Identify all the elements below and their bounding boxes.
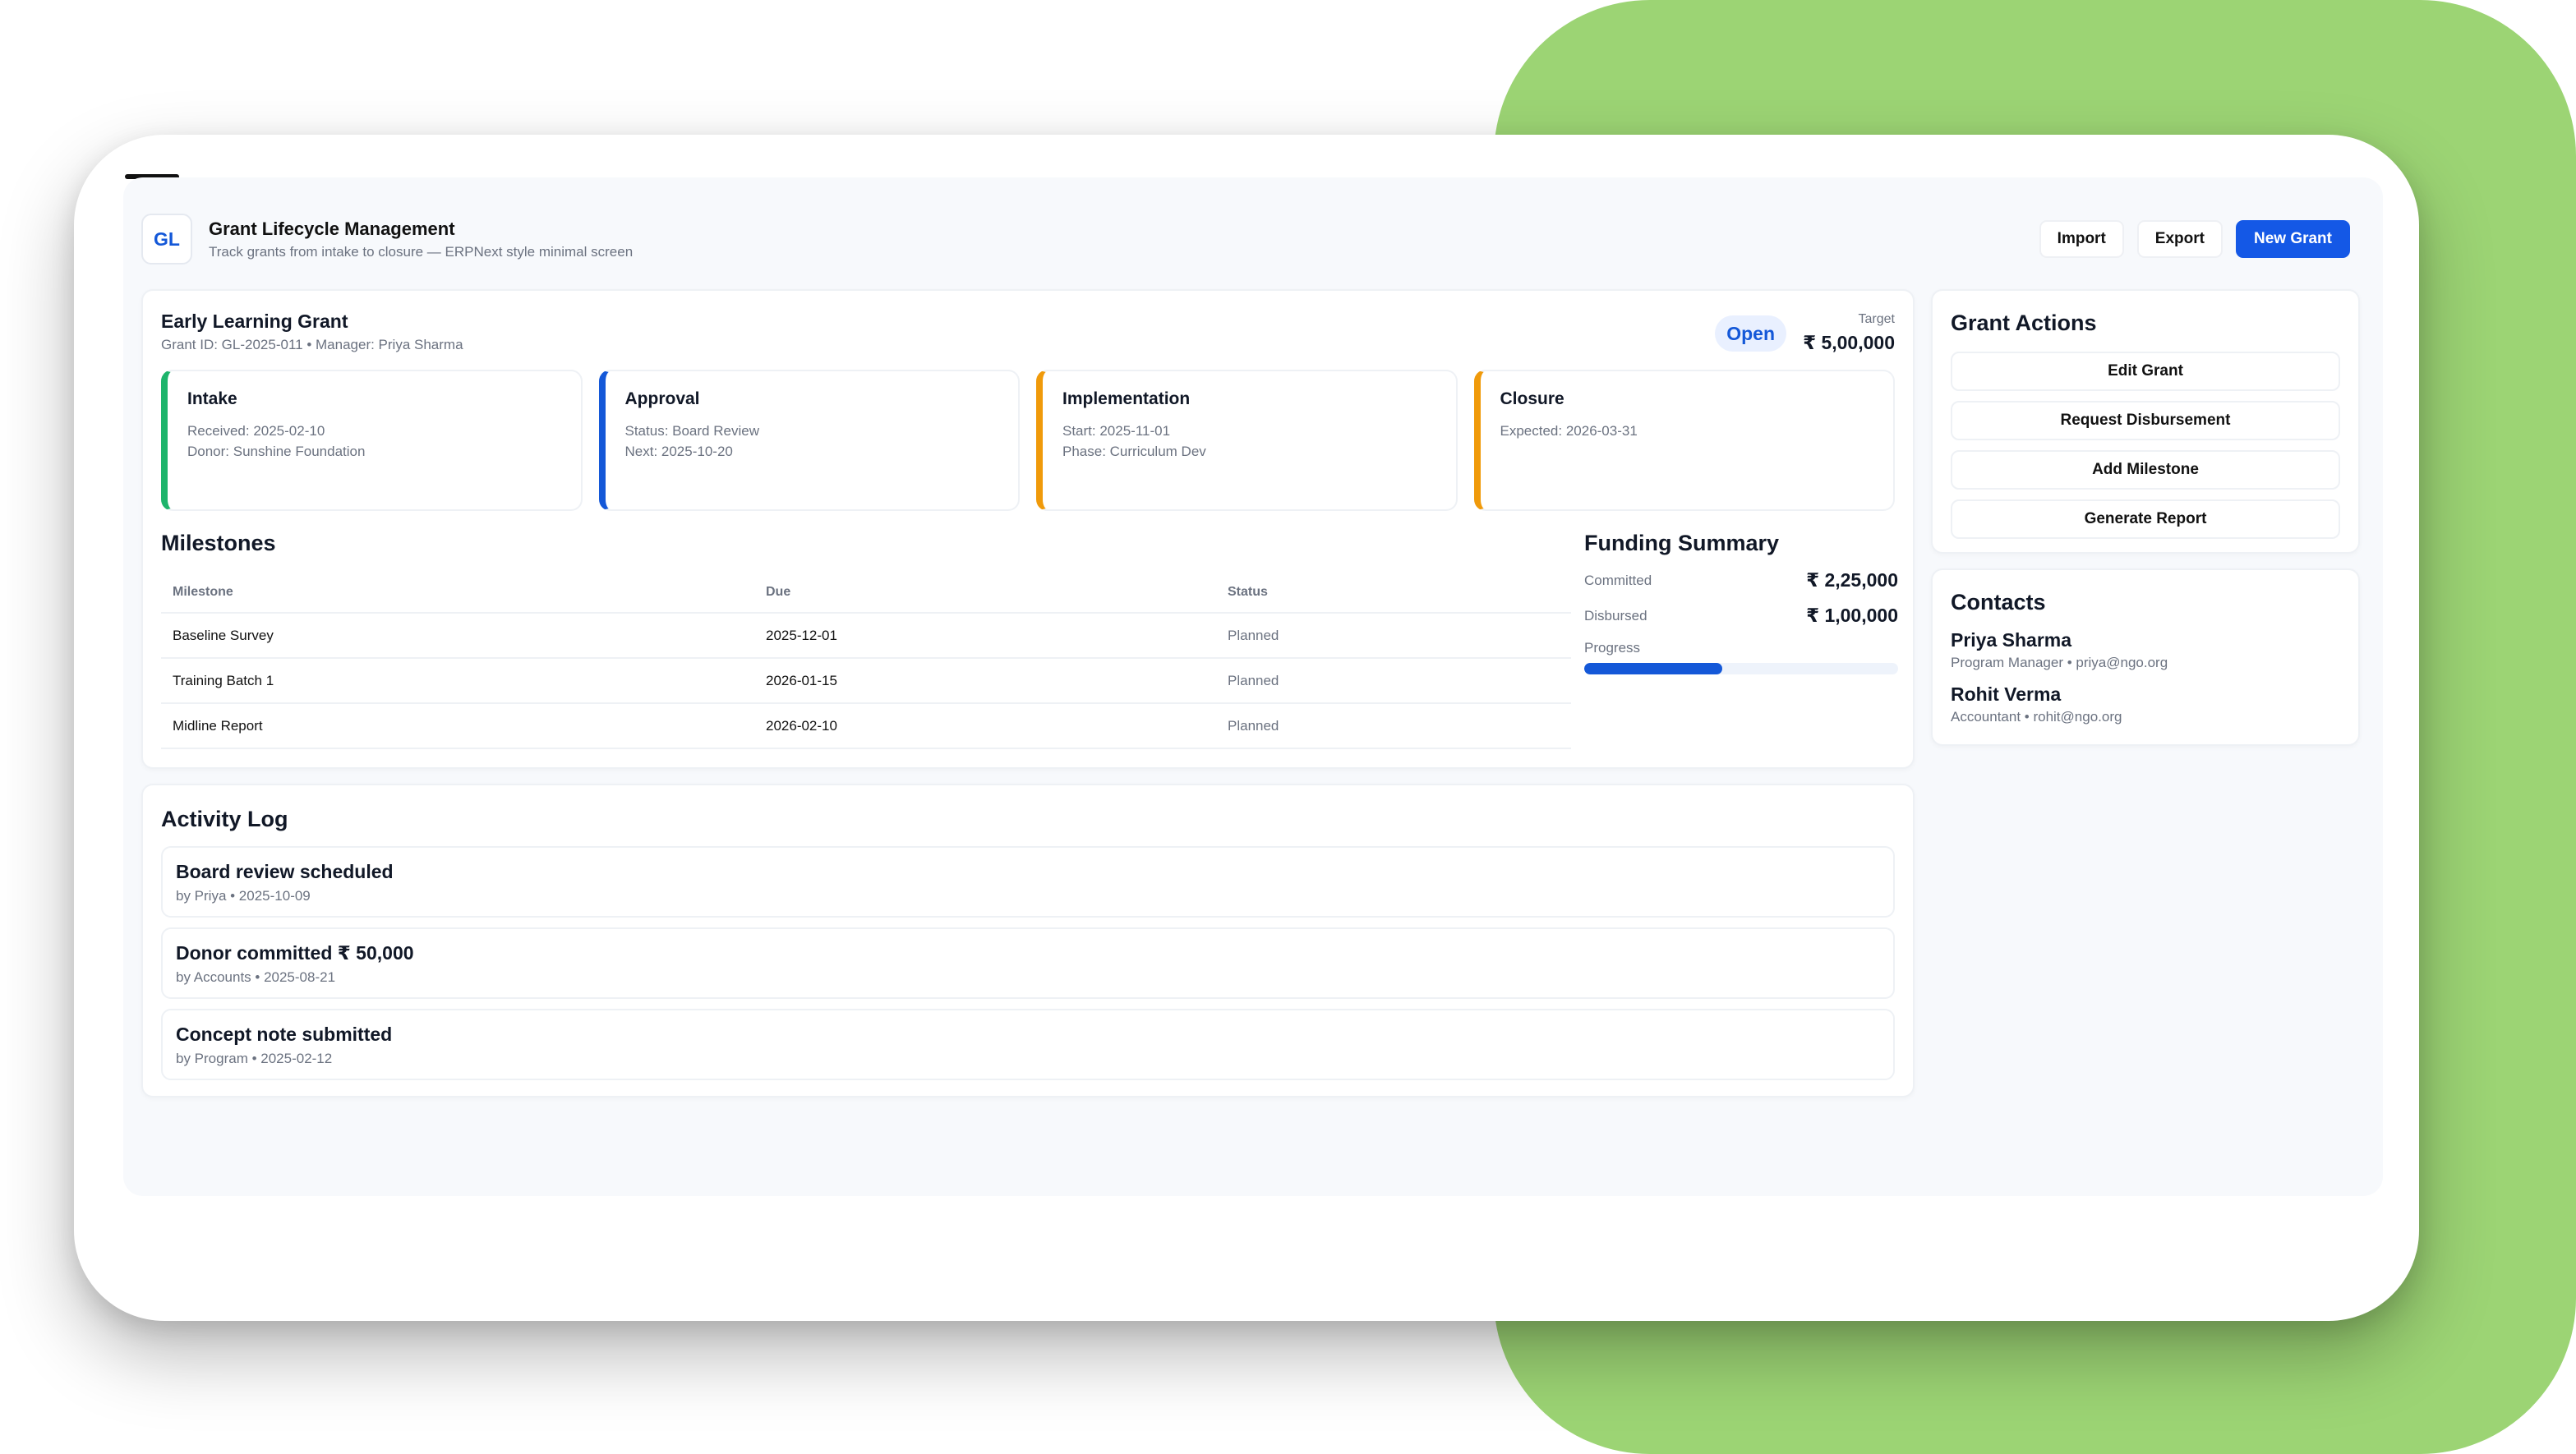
table-row[interactable]: Baseline Survey 2025-12-01 Planned <box>161 613 1571 659</box>
funding-title: Funding Summary <box>1584 531 1780 555</box>
milestone-name: Baseline Survey <box>161 613 754 659</box>
activity-title: Donor committed ₹ 50,000 <box>176 942 414 964</box>
stage-detail: Expected: 2026-03-31 <box>1500 423 1638 439</box>
activity-log-title: Activity Log <box>161 807 288 831</box>
committed-label: Committed <box>1584 572 1652 588</box>
request-disbursement-button[interactable]: Request Disbursement <box>1951 401 2340 440</box>
grant-actions-title: Grant Actions <box>1951 311 2097 335</box>
activity-title: Board review scheduled <box>176 861 394 882</box>
add-milestone-button[interactable]: Add Milestone <box>1951 450 2340 490</box>
grant-meta: Grant ID: GL-2025-011 • Manager: Priya S… <box>161 337 463 352</box>
stage-card-closure[interactable]: Closure Expected: 2026-03-31 <box>1473 370 1895 511</box>
progress-bar-fill <box>1584 663 1723 674</box>
import-button[interactable]: Import <box>2039 220 2124 258</box>
disbursed-value: ₹ 1,00,000 <box>1806 605 1898 626</box>
contacts-title: Contacts <box>1951 590 2046 614</box>
target-label: Target <box>1858 312 1895 326</box>
generate-report-button[interactable]: Generate Report <box>1951 499 2340 539</box>
stage-detail: Status: Board Review <box>624 423 759 439</box>
stage-detail: Next: 2025-10-20 <box>624 444 733 459</box>
lifecycle-stages: Intake Received: 2025-02-10 Donor: Sunsh… <box>161 370 1895 511</box>
activity-title: Concept note submitted <box>176 1024 393 1045</box>
contact-meta: Program Manager • priya@ngo.org <box>1951 655 2168 670</box>
target-value: ₹ 5,00,000 <box>1803 332 1895 353</box>
stage-detail: Phase: Curriculum Dev <box>1062 444 1206 459</box>
milestones-table: Milestone Due Status Baseline Survey 202… <box>161 572 1571 749</box>
disbursed-row: Disbursed ₹ 1,00,000 <box>1584 605 1898 627</box>
contact-item[interactable]: Priya Sharma Program Manager • priya@ngo… <box>1951 629 2168 671</box>
stage-title: Implementation <box>1062 389 1191 408</box>
committed-row: Committed ₹ 2,25,000 <box>1584 569 1898 591</box>
table-row[interactable]: Midline Report 2026-02-10 Planned <box>161 703 1571 749</box>
header-text: Grant Lifecycle Management Track grants … <box>209 219 633 260</box>
stage-card-intake[interactable]: Intake Received: 2025-02-10 Donor: Sunsh… <box>161 370 583 511</box>
stage-detail: Start: 2025-11-01 <box>1062 423 1171 439</box>
export-button[interactable]: Export <box>2136 220 2223 258</box>
committed-value: ₹ 2,25,000 <box>1806 569 1898 591</box>
grant-overview-panel: Early Learning Grant Grant ID: GL-2025-0… <box>141 289 1915 769</box>
milestone-due: 2026-02-10 <box>754 703 1216 749</box>
milestone-due: 2026-01-15 <box>754 658 1216 704</box>
contact-meta: Accountant • rohit@ngo.org <box>1951 709 2122 725</box>
grant-actions-panel: Grant Actions Edit Grant Request Disburs… <box>1931 289 2360 554</box>
funding-summary: Funding Summary Committed ₹ 2,25,000 Dis… <box>1584 531 1898 674</box>
stage-detail: Donor: Sunshine Foundation <box>187 444 366 459</box>
new-grant-button[interactable]: New Grant <box>2235 220 2350 258</box>
contact-name: Rohit Verma <box>1951 683 2062 705</box>
stage-title: Intake <box>187 389 237 408</box>
page-title: Grant Lifecycle Management <box>209 218 455 239</box>
table-header-row: Milestone Due Status <box>161 572 1571 614</box>
table-row[interactable]: Training Batch 1 2026-01-15 Planned <box>161 658 1571 704</box>
list-item[interactable]: Donor committed ₹ 50,000 by Accounts • 2… <box>161 927 1895 999</box>
stage-card-implementation[interactable]: Implementation Start: 2025-11-01 Phase: … <box>1036 370 1458 511</box>
app-header: GL Grant Lifecycle Management Track gran… <box>141 210 2350 268</box>
edit-grant-button[interactable]: Edit Grant <box>1951 352 2340 391</box>
milestones-title: Milestones <box>161 531 276 555</box>
column-header: Due <box>754 572 1216 614</box>
stage-card-approval[interactable]: Approval Status: Board Review Next: 2025… <box>598 370 1020 511</box>
header-actions: Import Export New Grant <box>2039 220 2350 258</box>
list-item[interactable]: Board review scheduled by Priya • 2025-1… <box>161 846 1895 918</box>
app-logo: GL <box>141 214 192 265</box>
list-item[interactable]: Concept note submitted by Program • 2025… <box>161 1009 1895 1080</box>
contact-item[interactable]: Rohit Verma Accountant • rohit@ngo.org <box>1951 683 2122 725</box>
stage-detail: Received: 2025-02-10 <box>187 423 325 439</box>
column-header: Milestone <box>161 572 754 614</box>
contacts-panel: Contacts Priya Sharma Program Manager • … <box>1931 568 2360 746</box>
activity-meta: by Accounts • 2025-08-21 <box>176 969 336 985</box>
stage-title: Approval <box>624 389 700 408</box>
grant-title: Early Learning Grant <box>161 311 348 332</box>
activity-meta: by Program • 2025-02-12 <box>176 1051 333 1066</box>
column-header: Status <box>1216 572 1571 614</box>
device-frame: GL Grant Lifecycle Management Track gran… <box>74 135 2419 1321</box>
milestone-name: Midline Report <box>161 703 754 749</box>
activity-meta: by Priya • 2025-10-09 <box>176 888 311 904</box>
stage-title: Closure <box>1500 389 1564 408</box>
page-subtitle: Track grants from intake to closure — ER… <box>209 243 634 260</box>
progress-bar <box>1584 663 1898 674</box>
app-screen: GL Grant Lifecycle Management Track gran… <box>123 177 2383 1196</box>
activity-list: Board review scheduled by Priya • 2025-1… <box>161 846 1895 1080</box>
milestone-status: Planned <box>1216 703 1571 749</box>
activity-log-panel: Activity Log Board review scheduled by P… <box>141 784 1915 1097</box>
contact-name: Priya Sharma <box>1951 629 2072 651</box>
disbursed-label: Disbursed <box>1584 607 1647 623</box>
progress-label: Progress <box>1584 640 1641 656</box>
milestone-status: Planned <box>1216 658 1571 704</box>
milestone-name: Training Batch 1 <box>161 658 754 704</box>
grant-actions-list: Edit Grant Request Disbursement Add Mile… <box>1951 352 2340 539</box>
milestone-status: Planned <box>1216 613 1571 659</box>
milestone-due: 2025-12-01 <box>754 613 1216 659</box>
status-badge: Open <box>1715 315 1786 352</box>
